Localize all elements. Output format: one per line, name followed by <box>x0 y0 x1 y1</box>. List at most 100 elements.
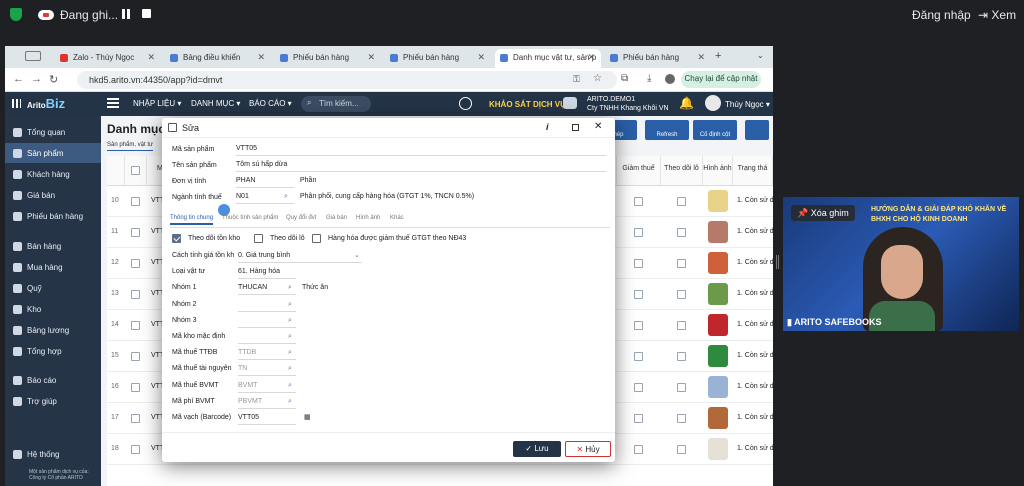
detail-field[interactable]: 0. Giá trung bình <box>238 250 362 263</box>
sidebar-item-khach-hang[interactable]: Khách hàng <box>5 164 101 184</box>
lot-tracking-checkbox[interactable] <box>677 290 686 299</box>
hamburger-icon[interactable] <box>107 98 119 108</box>
row-checkbox[interactable] <box>131 321 140 330</box>
pause-icon[interactable] <box>122 9 130 19</box>
back-icon[interactable]: ← <box>13 73 24 85</box>
download-icon[interactable]: ⤓ <box>647 73 651 84</box>
lookup-icon[interactable]: ⌕ <box>288 284 292 292</box>
search-input[interactable]: ⌕ Tìm kiếm... <box>301 96 371 112</box>
sidebar-item-tong-quan[interactable]: Tổng quan <box>5 122 101 142</box>
sidebar-item-phieu-ban-hang[interactable]: Phiếu bán hàng <box>5 206 101 226</box>
row-checkbox[interactable] <box>131 259 140 268</box>
tax-reduction-checkbox[interactable] <box>634 321 643 330</box>
close-icon[interactable]: ✕ <box>147 52 155 63</box>
col-tax-reduction[interactable]: Giảm thuế <box>617 156 661 186</box>
tax-reduction-checkbox[interactable] <box>634 259 643 268</box>
menu-nhap-lieu[interactable]: NHẬP LIỆU ▾ <box>133 99 181 108</box>
close-icon[interactable]: ✕ <box>697 52 705 63</box>
tab-attributes[interactable]: Thuộc tính sản phẩm <box>222 215 278 221</box>
avatar[interactable] <box>705 95 721 111</box>
user-menu[interactable]: Thúy Ngọc ▾ <box>725 100 770 109</box>
unpin-button[interactable]: 📌 Xóa ghim <box>791 205 855 221</box>
lookup-icon[interactable]: ⌕ <box>288 301 292 309</box>
col-lot-tracking[interactable]: Theo dõi lô <box>661 156 703 186</box>
list-menu-button[interactable] <box>745 120 769 140</box>
extensions-icon[interactable]: ⧉ <box>621 73 628 84</box>
lookup-icon[interactable]: ⌕ <box>288 349 292 357</box>
lookup-icon[interactable]: ⌕ <box>288 317 292 325</box>
lot-tracking-checkbox[interactable] <box>677 259 686 268</box>
row-checkbox[interactable] <box>131 228 140 237</box>
tax-reduction-checkbox[interactable] <box>634 445 643 454</box>
refresh-button[interactable]: Refresh <box>645 120 689 140</box>
detail-field[interactable]: VTT05 <box>238 412 296 425</box>
split-handle[interactable] <box>776 255 779 269</box>
reload-icon[interactable]: ↻ <box>49 73 58 86</box>
tax-reduction-checkbox[interactable] <box>634 228 643 237</box>
lookup-icon[interactable]: ⌕ <box>288 333 292 341</box>
tab-price[interactable]: Giá bán <box>326 215 347 221</box>
lookup-icon[interactable]: ⌕ <box>284 193 288 201</box>
browser-tab[interactable]: Phiếu bán hàng ✕ <box>605 49 711 68</box>
new-tab-icon[interactable]: + <box>715 50 721 62</box>
lot-tracking-checkbox[interactable] <box>677 197 686 206</box>
row-checkbox[interactable] <box>131 290 140 299</box>
maximize-icon[interactable] <box>572 124 579 131</box>
company-info[interactable]: ARITO.DEMO1 Cty TNHH Khang Khôi VN <box>587 95 669 113</box>
info-icon[interactable]: i <box>546 122 549 132</box>
key-icon[interactable]: ⚿ <box>573 74 580 85</box>
vat-reduction-checkbox[interactable] <box>312 234 321 243</box>
browser-tab[interactable]: Zalo - Thúy Ngọc ✕ <box>55 49 161 68</box>
stop-icon[interactable] <box>142 9 151 18</box>
unit-code-field[interactable]: PHAN <box>236 175 294 188</box>
forward-icon[interactable]: → <box>31 73 42 85</box>
lot-tracking-checkbox[interactable] <box>677 321 686 330</box>
sidebar-item-bang-luong[interactable]: Bảng lương <box>5 320 101 340</box>
lookup-icon[interactable]: ⌕ <box>288 398 292 406</box>
tab-general[interactable]: Thông tin chung <box>170 215 214 225</box>
lot-tracking-checkbox[interactable] <box>677 445 686 454</box>
lookup-icon[interactable]: ⌕ <box>288 365 292 373</box>
track-inventory-checkbox[interactable] <box>172 234 181 243</box>
bell-icon[interactable]: 🔔 <box>679 96 694 110</box>
sidebar-item-kho[interactable]: Kho <box>5 299 101 319</box>
code-field[interactable]: VTT05 <box>236 143 606 156</box>
tab-group-icon[interactable] <box>25 51 41 61</box>
sidebar-item-mua-hang[interactable]: Mua hàng <box>5 257 101 277</box>
sidebar-item-tong-hop[interactable]: Tổng hợp <box>5 341 101 361</box>
tab-images[interactable]: Hình ảnh <box>356 215 380 221</box>
tax-reduction-checkbox[interactable] <box>634 352 643 361</box>
close-icon[interactable]: ✕ <box>367 52 375 63</box>
menu-danh-muc[interactable]: DANH MỤC ▾ <box>191 99 240 108</box>
tax-reduction-checkbox[interactable] <box>634 290 643 299</box>
barcode-icon[interactable]: ▦ <box>304 413 311 421</box>
track-lot-checkbox[interactable] <box>254 234 263 243</box>
close-icon[interactable]: ✕ <box>594 121 602 132</box>
chevron-down-icon[interactable]: ⌄ <box>354 251 360 259</box>
browser-tab-active[interactable]: Danh mục vật tư, sản p ✕ <box>495 49 601 68</box>
lot-tracking-checkbox[interactable] <box>677 414 686 423</box>
view-button[interactable]: ⇥ Xem <box>978 8 1016 22</box>
lot-tracking-checkbox[interactable] <box>677 383 686 392</box>
star-icon[interactable]: ☆ <box>593 73 602 84</box>
row-checkbox[interactable] <box>131 445 140 454</box>
update-button[interactable]: Chạy lại để cập nhật <box>681 71 761 88</box>
col-status[interactable]: Trạng thá <box>733 156 773 186</box>
tax-reduction-checkbox[interactable] <box>634 383 643 392</box>
tax-reduction-checkbox[interactable] <box>634 414 643 423</box>
sidebar-item-he-thong[interactable]: Hệ thống <box>5 444 101 464</box>
survey-link[interactable]: KHẢO SÁT DỊCH VỤ <box>489 100 566 109</box>
save-button[interactable]: ✓ Lưu <box>513 441 561 457</box>
close-icon[interactable]: ✕ <box>587 52 595 63</box>
tab-list-icon[interactable]: ⌄ <box>757 51 764 60</box>
close-icon[interactable]: ✕ <box>477 52 485 63</box>
support-icon[interactable] <box>563 97 577 109</box>
row-checkbox[interactable] <box>131 414 140 423</box>
row-checkbox[interactable] <box>131 352 140 361</box>
lot-tracking-checkbox[interactable] <box>677 228 686 237</box>
apps-grid-icon[interactable] <box>12 99 21 108</box>
sidebar-item-quy[interactable]: Quỹ <box>5 278 101 298</box>
url-field[interactable]: hkd5.arito.vn:44350/app?id=dmvt <box>77 71 617 89</box>
tax-reduction-checkbox[interactable] <box>634 197 643 206</box>
row-checkbox[interactable] <box>131 197 140 206</box>
